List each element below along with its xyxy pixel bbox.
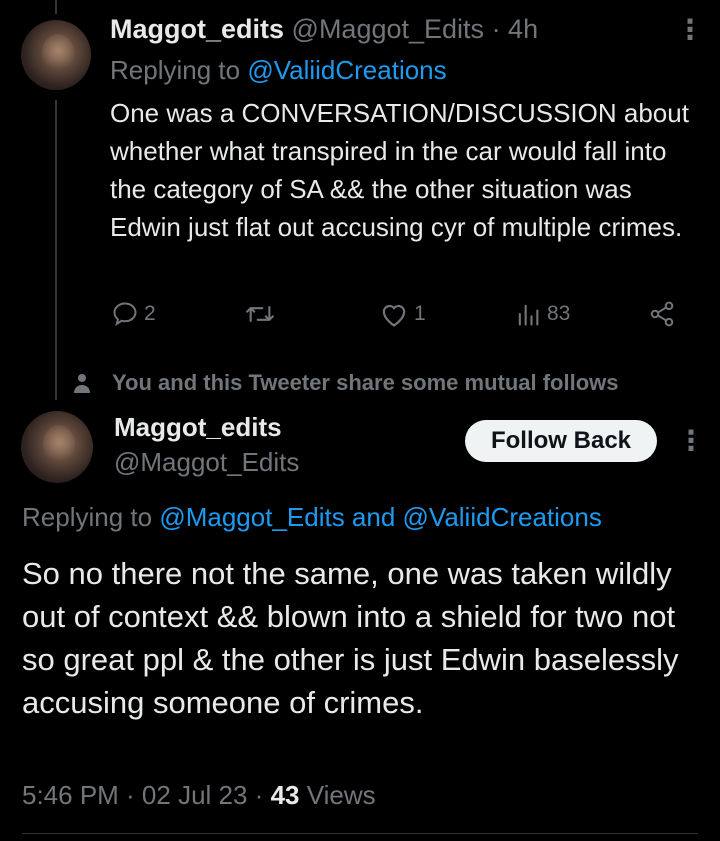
- mutual-follows-text: You and this Tweeter share some mutual f…: [112, 370, 619, 395]
- tweet-meta: 5:46 PM · 02 Jul 23 · 43 Views: [22, 780, 376, 811]
- reply-icon: [113, 302, 137, 327]
- views-count: 43: [270, 780, 300, 810]
- views-count: 83: [547, 302, 571, 325]
- thread-line-top: [55, 0, 57, 14]
- display-name[interactable]: Maggot_edits: [110, 14, 284, 44]
- more-icon[interactable]: ⋮: [677, 427, 705, 455]
- share-action[interactable]: [647, 300, 677, 328]
- reply-count: 2: [144, 302, 156, 325]
- tweet-timestamp[interactable]: 5:46 PM · 02 Jul 23 ·: [22, 780, 263, 810]
- views-action[interactable]: 83: [513, 300, 570, 328]
- display-name[interactable]: Maggot_edits: [114, 412, 282, 443]
- mutual-follows-notice: You and this Tweeter share some mutual f…: [72, 370, 619, 396]
- handle[interactable]: @Maggot_Edits: [114, 447, 299, 478]
- replying-prefix: Replying to: [110, 55, 241, 85]
- more-icon[interactable]: ⋮: [676, 16, 704, 44]
- retweet-icon: [246, 305, 274, 323]
- tweet-header: Maggot_edits @Maggot_Edits · 4h: [110, 14, 538, 45]
- divider: [22, 833, 698, 834]
- tweet-text: One was a CONVERSATION/DISCUSSION about …: [110, 98, 689, 242]
- like-icon: [382, 304, 406, 327]
- like-action[interactable]: 1: [378, 300, 426, 328]
- replying-prefix: Replying to: [22, 502, 153, 532]
- reply-action[interactable]: 2: [110, 300, 156, 328]
- views-label: Views: [306, 780, 376, 810]
- timestamp[interactable]: · 4h: [492, 14, 539, 44]
- avatar[interactable]: [21, 411, 93, 483]
- replying-to-handle[interactable]: @ValiidCreations: [247, 55, 446, 85]
- replying-to: Replying to @Maggot_Edits and @ValiidCre…: [22, 502, 602, 533]
- person-icon: [74, 374, 90, 393]
- views-icon: [518, 304, 539, 326]
- handle[interactable]: @Maggot_Edits: [292, 14, 485, 44]
- replying-to: Replying to @ValiidCreations: [110, 55, 447, 86]
- like-count: 1: [414, 302, 426, 325]
- follow-back-button[interactable]: Follow Back: [465, 420, 657, 462]
- share-icon: [650, 301, 674, 327]
- avatar[interactable]: [21, 20, 91, 90]
- thread-line-bottom: [55, 100, 57, 400]
- retweet-action[interactable]: [243, 300, 281, 328]
- tweet-text: So no there not the same, one was taken …: [22, 556, 679, 720]
- replying-to-handles[interactable]: @Maggot_Edits and @ValiidCreations: [159, 502, 602, 532]
